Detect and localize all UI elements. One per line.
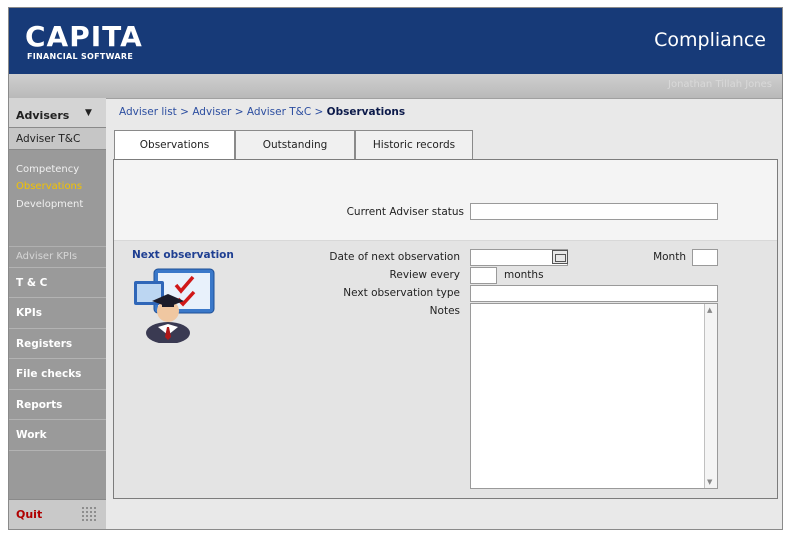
sidebar-item-label: Adviser T&C — [16, 133, 81, 145]
observations-panel: Current Adviser status Next observation … — [113, 159, 778, 499]
notes-textarea[interactable]: ▲ ▼ — [470, 303, 718, 489]
quit-button[interactable]: Quit — [9, 499, 106, 529]
breadcrumb-separator: > — [314, 106, 324, 118]
advisers-menu[interactable]: Advisers ▼ — [9, 98, 106, 128]
logo-main: CAPITA — [25, 20, 143, 53]
sidebar-subitem-observations[interactable]: Observations — [16, 181, 82, 192]
logo-sub: FINANCIAL SOFTWARE — [27, 52, 134, 61]
tab-outstanding[interactable]: Outstanding — [235, 130, 355, 160]
breadcrumb-separator: > — [180, 106, 189, 118]
breadcrumb-separator: > — [234, 106, 244, 118]
current-status-label: Current Adviser status — [346, 206, 464, 218]
months-suffix: months — [504, 269, 544, 281]
notes-scrollbar[interactable]: ▲ ▼ — [704, 304, 717, 488]
sub-bar: Jonathan Tillah Jones — [9, 74, 782, 99]
app-title: Compliance — [654, 29, 766, 51]
calendar-icon[interactable] — [552, 250, 568, 264]
adviser-observation-illustration — [134, 268, 215, 343]
sidebar-item-kpis[interactable]: KPIs — [9, 297, 106, 327]
status-section: Current Adviser status — [114, 160, 777, 241]
breadcrumb-link-adviser-list[interactable]: Adviser list — [119, 106, 177, 118]
tab-observations[interactable]: Observations — [114, 130, 235, 161]
app-window: CAPITA FINANCIAL SOFTWARE Compliance Jon… — [8, 7, 783, 530]
sidebar-item-label: File checks — [16, 368, 82, 380]
scroll-up-icon[interactable]: ▲ — [707, 306, 712, 314]
sidebar-item-label: Work — [16, 429, 47, 441]
sidebar-divider — [9, 450, 106, 451]
sidebar-item-adviser-kpis[interactable]: Adviser KPIs — [9, 246, 106, 267]
header-bar: CAPITA FINANCIAL SOFTWARE Compliance — [9, 8, 782, 74]
sidebar-item-adviser-tc[interactable]: Adviser T&C — [9, 128, 106, 150]
sidebar-item-label: KPIs — [16, 307, 42, 319]
breadcrumb-link-adviser-tc[interactable]: Adviser T&C — [247, 106, 311, 118]
current-status-field[interactable] — [470, 203, 718, 220]
sidebar: Advisers ▼ Adviser T&C Competency Observ… — [9, 98, 106, 529]
quit-label: Quit — [16, 508, 43, 521]
sidebar-item-label: Reports — [16, 399, 63, 411]
breadcrumb: Adviser list > Adviser > Adviser T&C > O… — [119, 106, 405, 118]
sidebar-item-label: Registers — [16, 338, 73, 350]
user-name: Jonathan Tillah Jones — [668, 79, 772, 90]
tab-historic-records[interactable]: Historic records — [355, 130, 473, 160]
advisers-menu-label: Advisers — [16, 109, 70, 122]
breadcrumb-current: Observations — [326, 106, 406, 118]
sidebar-item-tc[interactable]: T & C — [9, 267, 106, 297]
sidebar-item-reports[interactable]: Reports — [9, 389, 106, 419]
grip-icon — [81, 506, 97, 522]
sidebar-item-file-checks[interactable]: File checks — [9, 358, 106, 388]
sidebar-subitem-development[interactable]: Development — [16, 199, 83, 210]
breadcrumb-link-adviser[interactable]: Adviser — [192, 106, 231, 118]
notes-label: Notes — [429, 305, 460, 317]
review-every-field[interactable] — [470, 267, 497, 284]
date-next-observation-label: Date of next observation — [329, 251, 460, 263]
month-label: Month — [653, 251, 686, 263]
observation-type-label: Next observation type — [343, 287, 460, 299]
sidebar-item-label: T & C — [16, 277, 48, 289]
observation-type-field[interactable] — [470, 285, 718, 302]
sidebar-item-label: Adviser KPIs — [16, 251, 78, 262]
review-every-label: Review every — [389, 269, 460, 281]
sidebar-item-work[interactable]: Work — [9, 419, 106, 449]
next-observation-section: Next observation Date of next observatio… — [114, 241, 777, 498]
sidebar-subitem-competency[interactable]: Competency — [16, 164, 79, 175]
scroll-down-icon[interactable]: ▼ — [707, 478, 712, 486]
section-title: Next observation — [132, 249, 234, 261]
dropdown-arrow-icon: ▼ — [85, 108, 92, 118]
sidebar-item-registers[interactable]: Registers — [9, 328, 106, 358]
month-field[interactable] — [692, 249, 718, 266]
